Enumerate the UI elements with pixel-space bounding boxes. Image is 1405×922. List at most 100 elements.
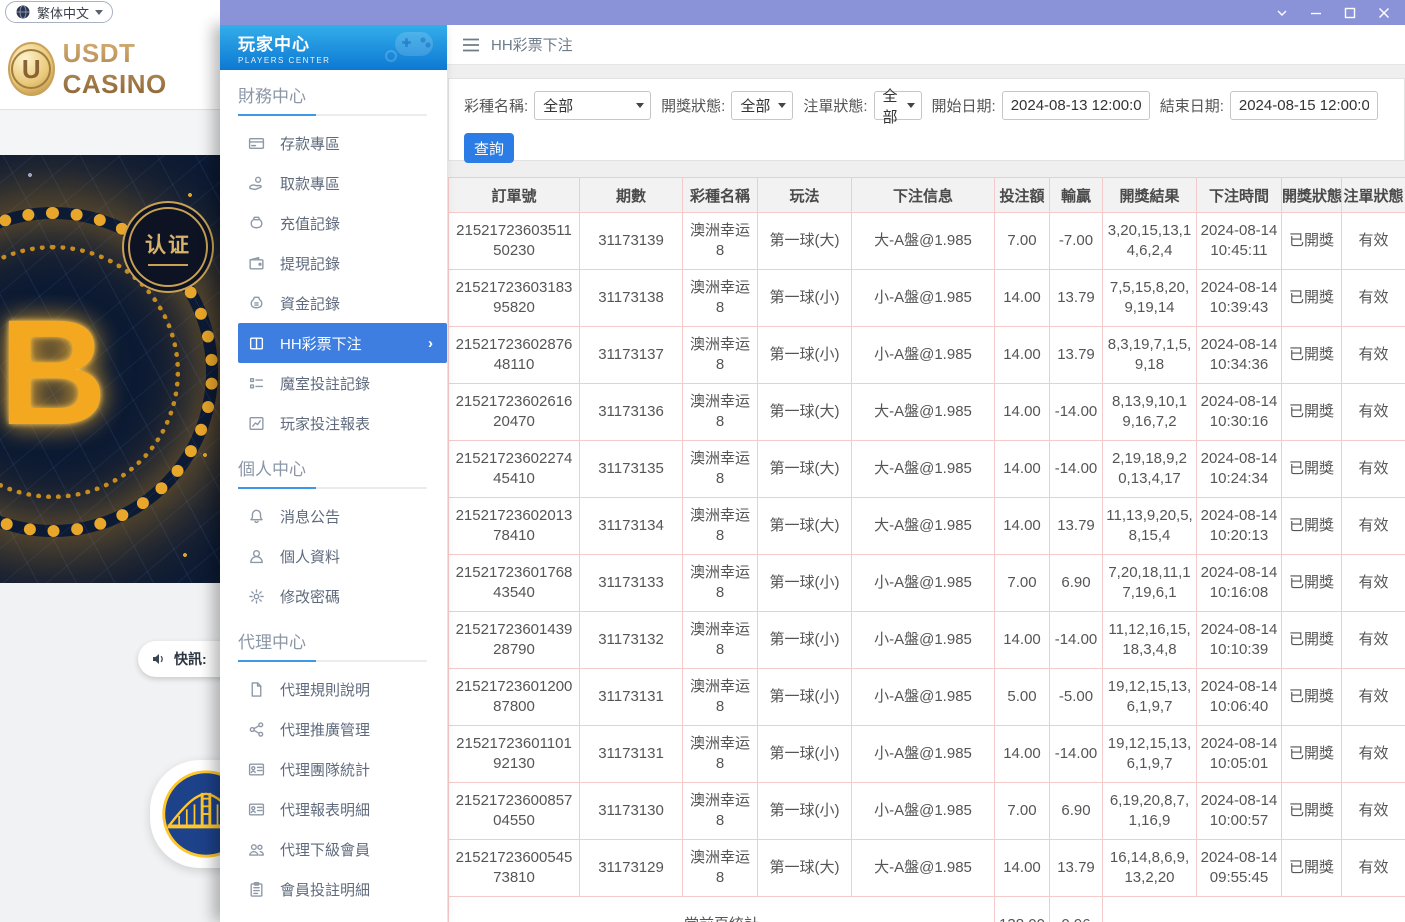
col-play-type: 玩法 (758, 178, 852, 213)
cell: 7.00 (995, 213, 1050, 270)
section-title: 個人中心 (238, 455, 447, 480)
lottery-name-select[interactable]: 全部 (534, 91, 651, 120)
cell: 2024-08-14 10:16:08 (1197, 555, 1282, 612)
sidebar-menu-item[interactable]: 資金記錄 › (220, 283, 447, 323)
language-selector[interactable]: 繁体中文 (5, 1, 113, 23)
order-status-select[interactable]: 全部 (874, 91, 922, 120)
cell: 有效 (1342, 270, 1405, 327)
sidebar-menu-item[interactable]: 存款專區 › (220, 123, 447, 163)
cell: 2152172360176843540 (449, 555, 580, 612)
cell: 第一球(小) (758, 555, 852, 612)
sidebar-menu-item[interactable]: 魔室投註記錄 › (220, 363, 447, 403)
brand-name: USDT CASINO (63, 38, 220, 100)
sidebar-menu-item[interactable]: HH彩票下注 › (238, 323, 447, 363)
money-bag-icon (248, 215, 265, 232)
cell: 31173136 (580, 384, 683, 441)
cell: 已開獎 (1282, 498, 1342, 555)
menu-label: 會員交易明細 (280, 919, 370, 922)
menu-label: 代理報表明細 (280, 799, 370, 820)
bitcoin-artwork: B 认证 (0, 155, 220, 583)
menu-label: 代理推廣管理 (280, 719, 370, 740)
hand-money-icon (248, 175, 265, 192)
cell: 大-A盤@1.985 (852, 441, 995, 498)
cell: 澳洲幸运8 (683, 783, 758, 840)
sidebar-menu-item[interactable]: 會員交易明細 › (220, 909, 447, 922)
sidebar-menu-item[interactable]: 代理下級會員 › (220, 829, 447, 869)
cell: 6.90 (1050, 783, 1103, 840)
cell: 大-A盤@1.985 (852, 498, 995, 555)
cell: 澳洲幸运8 (683, 213, 758, 270)
minimize-icon[interactable] (1308, 5, 1323, 20)
summary-win-loss-total: 0.96 (1050, 897, 1103, 922)
maximize-icon[interactable] (1342, 5, 1357, 20)
cell: 31173135 (580, 441, 683, 498)
cell: 有效 (1342, 384, 1405, 441)
sidebar-menu-item[interactable]: 會員投註明細 › (220, 869, 447, 909)
cell: 已開獎 (1282, 783, 1342, 840)
sidebar-menu-item[interactable]: 代理推廣管理 › (220, 709, 447, 749)
cell: 2024-08-14 10:45:11 (1197, 213, 1282, 270)
wallet-icon (248, 255, 265, 272)
cell: 小-A盤@1.985 (852, 612, 995, 669)
cell: 2024-08-14 10:05:01 (1197, 726, 1282, 783)
section-title: 財務中心 (238, 82, 447, 107)
start-date-input[interactable] (1002, 91, 1150, 120)
cell: 2024-08-14 10:06:40 (1197, 669, 1282, 726)
cell: 2024-08-14 10:34:36 (1197, 327, 1282, 384)
window-titlebar (220, 0, 1405, 25)
cell: 小-A盤@1.985 (852, 327, 995, 384)
search-button[interactable]: 查詢 (464, 133, 514, 163)
lottery-name-label: 彩種名稱: (464, 95, 528, 116)
hamburger-icon[interactable] (462, 38, 480, 52)
sidebar-section-personal: 個人中心 消息公告 › 個人資料 › 修改密碼 › (220, 455, 447, 616)
sidebar-menu-item[interactable]: 修改密碼 › (220, 576, 447, 616)
page-title: HH彩票下注 (491, 34, 573, 55)
cell: -14.00 (1050, 384, 1103, 441)
news-label: 快訊: (174, 649, 207, 669)
menu-label: 代理下級會員 (280, 839, 370, 860)
cell: 有效 (1342, 669, 1405, 726)
table-row: 215217236012008780031173131澳洲幸运8第一球(小)小-… (449, 669, 1405, 726)
cell: 2,19,18,9,20,13,4,17 (1103, 441, 1197, 498)
close-icon[interactable] (1376, 5, 1391, 20)
cell: 已開獎 (1282, 384, 1342, 441)
sidebar-menu-item[interactable]: 個人資料 › (220, 536, 447, 576)
chevron-down-icon (95, 10, 103, 15)
table-header-row: 訂單號 期數 彩種名稱 玩法 下注信息 投注額 輸贏 開獎結果 下注時間 開獎狀… (449, 178, 1405, 213)
share-icon (248, 721, 265, 738)
cell: 19,12,15,13,6,1,9,7 (1103, 726, 1197, 783)
cell: 小-A盤@1.985 (852, 555, 995, 612)
sidebar-menu-item[interactable]: 代理團隊統計 › (220, 749, 447, 789)
cell: 14.00 (995, 498, 1050, 555)
summary-empty (1103, 897, 1405, 922)
cell: 31173129 (580, 840, 683, 897)
sidebar-menu-item[interactable]: 消息公告 › (220, 496, 447, 536)
menu-label: 個人資料 (280, 546, 340, 567)
sidebar-menu-item[interactable]: 玩家投注報表 › (220, 403, 447, 443)
cell: 有效 (1342, 783, 1405, 840)
cell: 2152172360143928790 (449, 612, 580, 669)
chart-report-icon (248, 415, 265, 432)
col-draw-status: 開獎狀態 (1282, 178, 1342, 213)
brand-coin-icon: U (8, 42, 55, 96)
sidebar-menu-item[interactable]: 代理規則說明 › (220, 669, 447, 709)
sidebar-menu-item[interactable]: 取款專區 › (220, 163, 447, 203)
menu-label: HH彩票下注 (280, 333, 362, 354)
sidebar-menu-item[interactable]: 代理報表明細 › (220, 789, 447, 829)
cell: 13.79 (1050, 270, 1103, 327)
cell: 大-A盤@1.985 (852, 840, 995, 897)
draw-status-select[interactable]: 全部 (731, 91, 793, 120)
book-icon (248, 335, 265, 352)
collapse-icon[interactable] (1274, 5, 1289, 20)
cell: 第一球(小) (758, 270, 852, 327)
cell: 澳洲幸运8 (683, 441, 758, 498)
gamepad-icon (383, 30, 435, 64)
menu-label: 存款專區 (280, 133, 340, 154)
table-row: 215217236028764811031173137澳洲幸运8第一球(小)小-… (449, 327, 1405, 384)
end-date-input[interactable] (1230, 91, 1378, 120)
sidebar-menu-item[interactable]: 充值記錄 › (220, 203, 447, 243)
cell: 7.00 (995, 783, 1050, 840)
cell: 2152172360318395820 (449, 270, 580, 327)
sidebar-menu-item[interactable]: 提現記錄 › (220, 243, 447, 283)
menu-label: 玩家投注報表 (280, 413, 370, 434)
